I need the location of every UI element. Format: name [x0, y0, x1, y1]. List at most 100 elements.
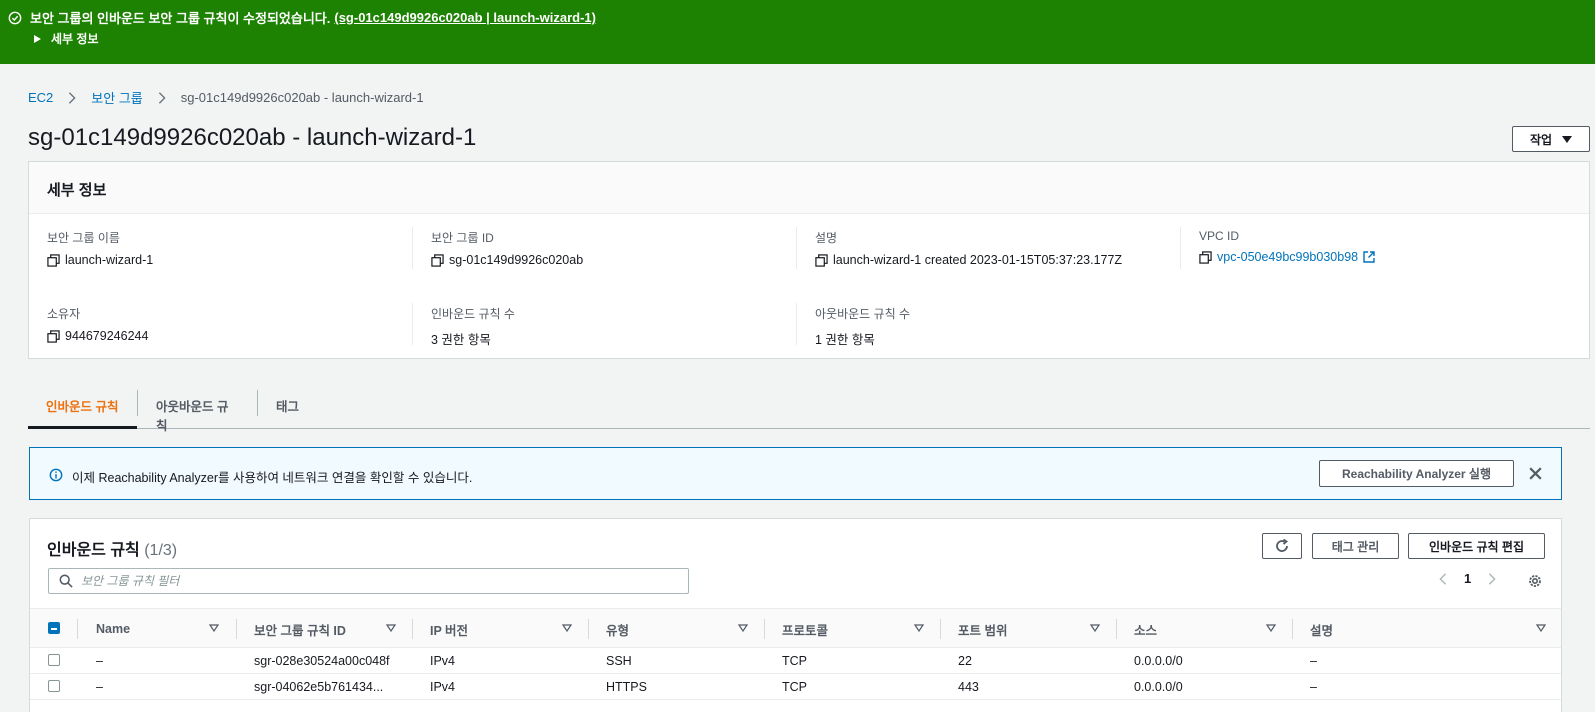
column-separator — [1292, 619, 1293, 639]
column-rule-id[interactable]: 보안 그룹 규칙 ID — [254, 609, 346, 649]
cell-description: – — [1310, 680, 1317, 694]
search-icon — [59, 574, 73, 588]
row-checkbox[interactable] — [48, 680, 60, 692]
breadcrumb-ec2[interactable]: EC2 — [28, 90, 53, 105]
actions-button[interactable]: 작업 — [1512, 126, 1590, 152]
inbound-rules-table: Name 보안 그룹 규칙 ID IP 버전 유형 프로토콜 포트 범위 소스 … — [30, 608, 1561, 700]
field-owner: 소유자 944679246244 — [47, 305, 148, 343]
field-label: 보안 그룹 ID — [431, 231, 494, 245]
field-value: launch-wizard-1 — [65, 253, 154, 267]
pagination: 1 — [1436, 571, 1499, 586]
sort-down-icon[interactable] — [209, 624, 219, 632]
table-row[interactable]: – sgr-028e30524a00c048f IPv4 SSH TCP 22 … — [30, 648, 1561, 674]
field-value: launch-wizard-1 created 2023-01-15T05:37… — [833, 253, 1123, 267]
cell-protocol: TCP — [782, 654, 807, 668]
close-icon[interactable] — [1527, 465, 1544, 482]
tab-outbound-rules[interactable]: 아웃바운드 규칙 — [138, 386, 257, 433]
field-value: 3 권한 항목 — [431, 333, 491, 347]
field-description: 설명 launch-wizard-1 created 2023-01-15T05… — [815, 229, 1122, 267]
sort-down-icon[interactable] — [914, 624, 924, 632]
divider — [412, 227, 413, 269]
copy-icon[interactable] — [431, 253, 444, 267]
table-row[interactable]: – sgr-04062e5b761434... IPv4 HTTPS TCP 4… — [30, 674, 1561, 700]
info-icon — [49, 468, 63, 482]
details-header: 세부 정보 — [29, 162, 1589, 214]
caret-right-icon — [34, 34, 41, 43]
field-value: 1 권한 항목 — [815, 333, 875, 347]
chevron-right-icon — [69, 91, 76, 104]
refresh-button[interactable] — [1262, 533, 1302, 559]
column-description[interactable]: 설명 — [1310, 609, 1333, 649]
success-banner: 보안 그룹의 인바운드 보안 그룹 규칙이 수정되었습니다. (sg-01c14… — [0, 0, 1595, 64]
vpc-id-link[interactable]: vpc-050e49bc99b030b98 — [1217, 250, 1358, 264]
field-label: 소유자 — [47, 307, 81, 321]
settings-icon[interactable] — [1527, 573, 1543, 589]
sort-down-icon[interactable] — [1090, 624, 1100, 632]
inbound-rules-panel: 인바운드 규칙 (1/3) 태그 관리 인바운드 규칙 편집 1 Name 보안… — [29, 518, 1562, 712]
cell-ip-version: IPv4 — [430, 654, 456, 668]
edit-inbound-rules-button[interactable]: 인바운드 규칙 편집 — [1408, 533, 1545, 559]
divider — [796, 227, 797, 269]
column-separator — [764, 619, 765, 639]
field-value: 944679246244 — [65, 329, 149, 343]
cell-rule-id: sgr-028e30524a00c048f — [254, 654, 390, 668]
reachability-analyzer-button[interactable]: Reachability Analyzer 실행 — [1319, 460, 1514, 487]
sort-down-icon[interactable] — [1536, 624, 1546, 632]
check-circle-icon — [8, 11, 22, 24]
chevron-left-icon[interactable] — [1436, 572, 1450, 586]
field-sg-name: 보안 그룹 이름 launch-wizard-1 — [47, 229, 153, 267]
banner-details-toggle[interactable]: 세부 정보 — [34, 30, 99, 47]
column-name[interactable]: Name — [96, 609, 130, 649]
cell-type: SSH — [606, 654, 632, 668]
column-protocol[interactable]: 프로토콜 — [782, 609, 828, 649]
sort-down-icon[interactable] — [562, 624, 572, 632]
field-label: 설명 — [815, 231, 838, 245]
copy-icon[interactable] — [815, 253, 828, 267]
copy-icon[interactable] — [47, 329, 60, 343]
breadcrumb-security-groups[interactable]: 보안 그룹 — [91, 88, 142, 107]
manage-tags-button[interactable]: 태그 관리 — [1312, 533, 1399, 559]
rules-title: 인바운드 규칙 (1/3) — [47, 536, 177, 560]
cell-name: – — [96, 680, 103, 694]
tab-tags[interactable]: 태그 — [258, 386, 317, 429]
row-checkbox[interactable] — [48, 654, 60, 666]
tab-inbound-rules[interactable]: 인바운드 규칙 — [28, 386, 137, 429]
select-all-checkbox[interactable] — [48, 622, 60, 634]
sort-down-icon[interactable] — [1266, 624, 1276, 632]
column-port-range[interactable]: 포트 범위 — [958, 609, 1007, 649]
cell-port-range: 22 — [958, 654, 972, 668]
copy-icon[interactable] — [47, 253, 60, 267]
column-ip-version[interactable]: IP 버전 — [430, 609, 468, 649]
breadcrumb: EC2 보안 그룹 sg-01c149d9926c020ab - launch-… — [28, 88, 424, 107]
cell-type: HTTPS — [606, 680, 647, 694]
column-type[interactable]: 유형 — [606, 609, 629, 649]
copy-icon[interactable] — [1199, 250, 1212, 264]
column-separator — [940, 619, 941, 639]
details-panel: 세부 정보 보안 그룹 이름 launch-wizard-1 보안 그룹 ID … — [28, 161, 1590, 359]
column-source[interactable]: 소스 — [1134, 609, 1157, 649]
cell-source: 0.0.0.0/0 — [1134, 680, 1183, 694]
field-label: 보안 그룹 이름 — [47, 231, 120, 245]
cell-port-range: 443 — [958, 680, 979, 694]
divider — [1180, 227, 1181, 269]
actions-button-label: 작업 — [1529, 132, 1553, 147]
field-outbound-count: 아웃바운드 규칙 수 1 권한 항목 — [815, 305, 910, 348]
tab-bar: 인바운드 규칙 아웃바운드 규칙 태그 — [28, 386, 1590, 433]
cell-rule-id: sgr-04062e5b761434... — [254, 680, 384, 694]
page-number[interactable]: 1 — [1464, 571, 1471, 586]
chevron-right-icon[interactable] — [1485, 572, 1499, 586]
column-separator — [588, 619, 589, 639]
banner-sg-link[interactable]: (sg-01c149d9926c020ab | launch-wizard-1) — [334, 10, 596, 25]
cell-name: – — [96, 654, 103, 668]
external-link-icon — [1363, 251, 1375, 263]
rules-filter — [48, 568, 689, 594]
sort-down-icon[interactable] — [738, 624, 748, 632]
divider — [412, 303, 413, 345]
table-header: Name 보안 그룹 규칙 ID IP 버전 유형 프로토콜 포트 범위 소스 … — [30, 608, 1561, 648]
field-value: sg-01c149d9926c020ab — [449, 253, 584, 267]
chevron-right-icon — [158, 91, 166, 104]
field-label: 아웃바운드 규칙 수 — [815, 307, 910, 321]
sort-down-icon[interactable] — [386, 624, 396, 632]
rules-filter-input[interactable] — [81, 574, 661, 588]
banner-message-row: 보안 그룹의 인바운드 보안 그룹 규칙이 수정되었습니다. (sg-01c14… — [8, 8, 596, 27]
